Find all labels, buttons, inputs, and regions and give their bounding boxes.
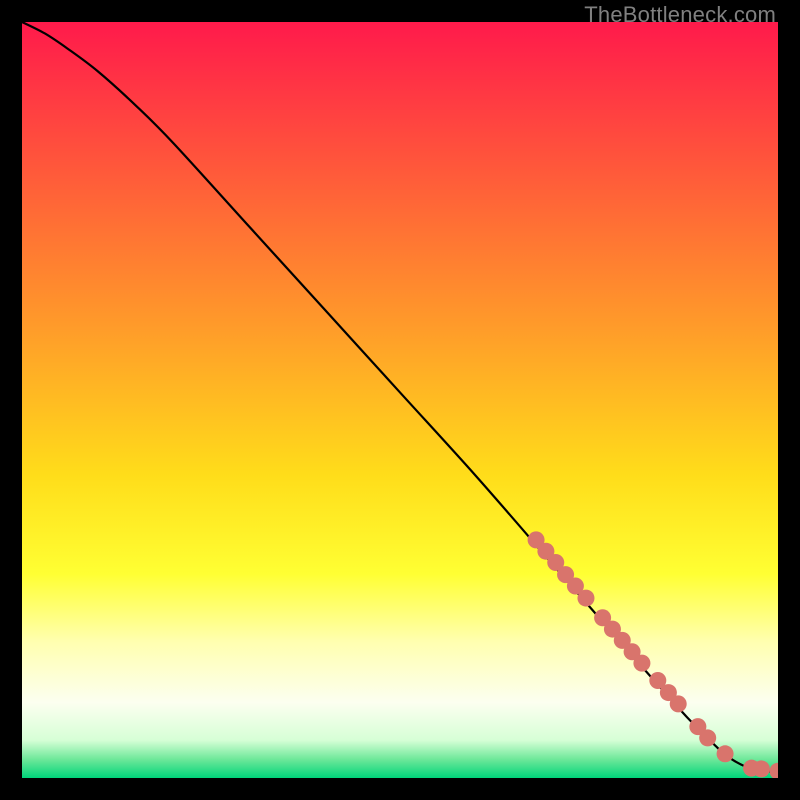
data-marker xyxy=(717,745,734,762)
data-marker xyxy=(753,760,770,777)
data-marker xyxy=(670,695,687,712)
gradient-background xyxy=(22,22,778,778)
data-marker xyxy=(577,590,594,607)
chart-svg xyxy=(22,22,778,778)
data-marker xyxy=(699,729,716,746)
data-marker xyxy=(633,655,650,672)
chart-frame xyxy=(22,22,778,778)
